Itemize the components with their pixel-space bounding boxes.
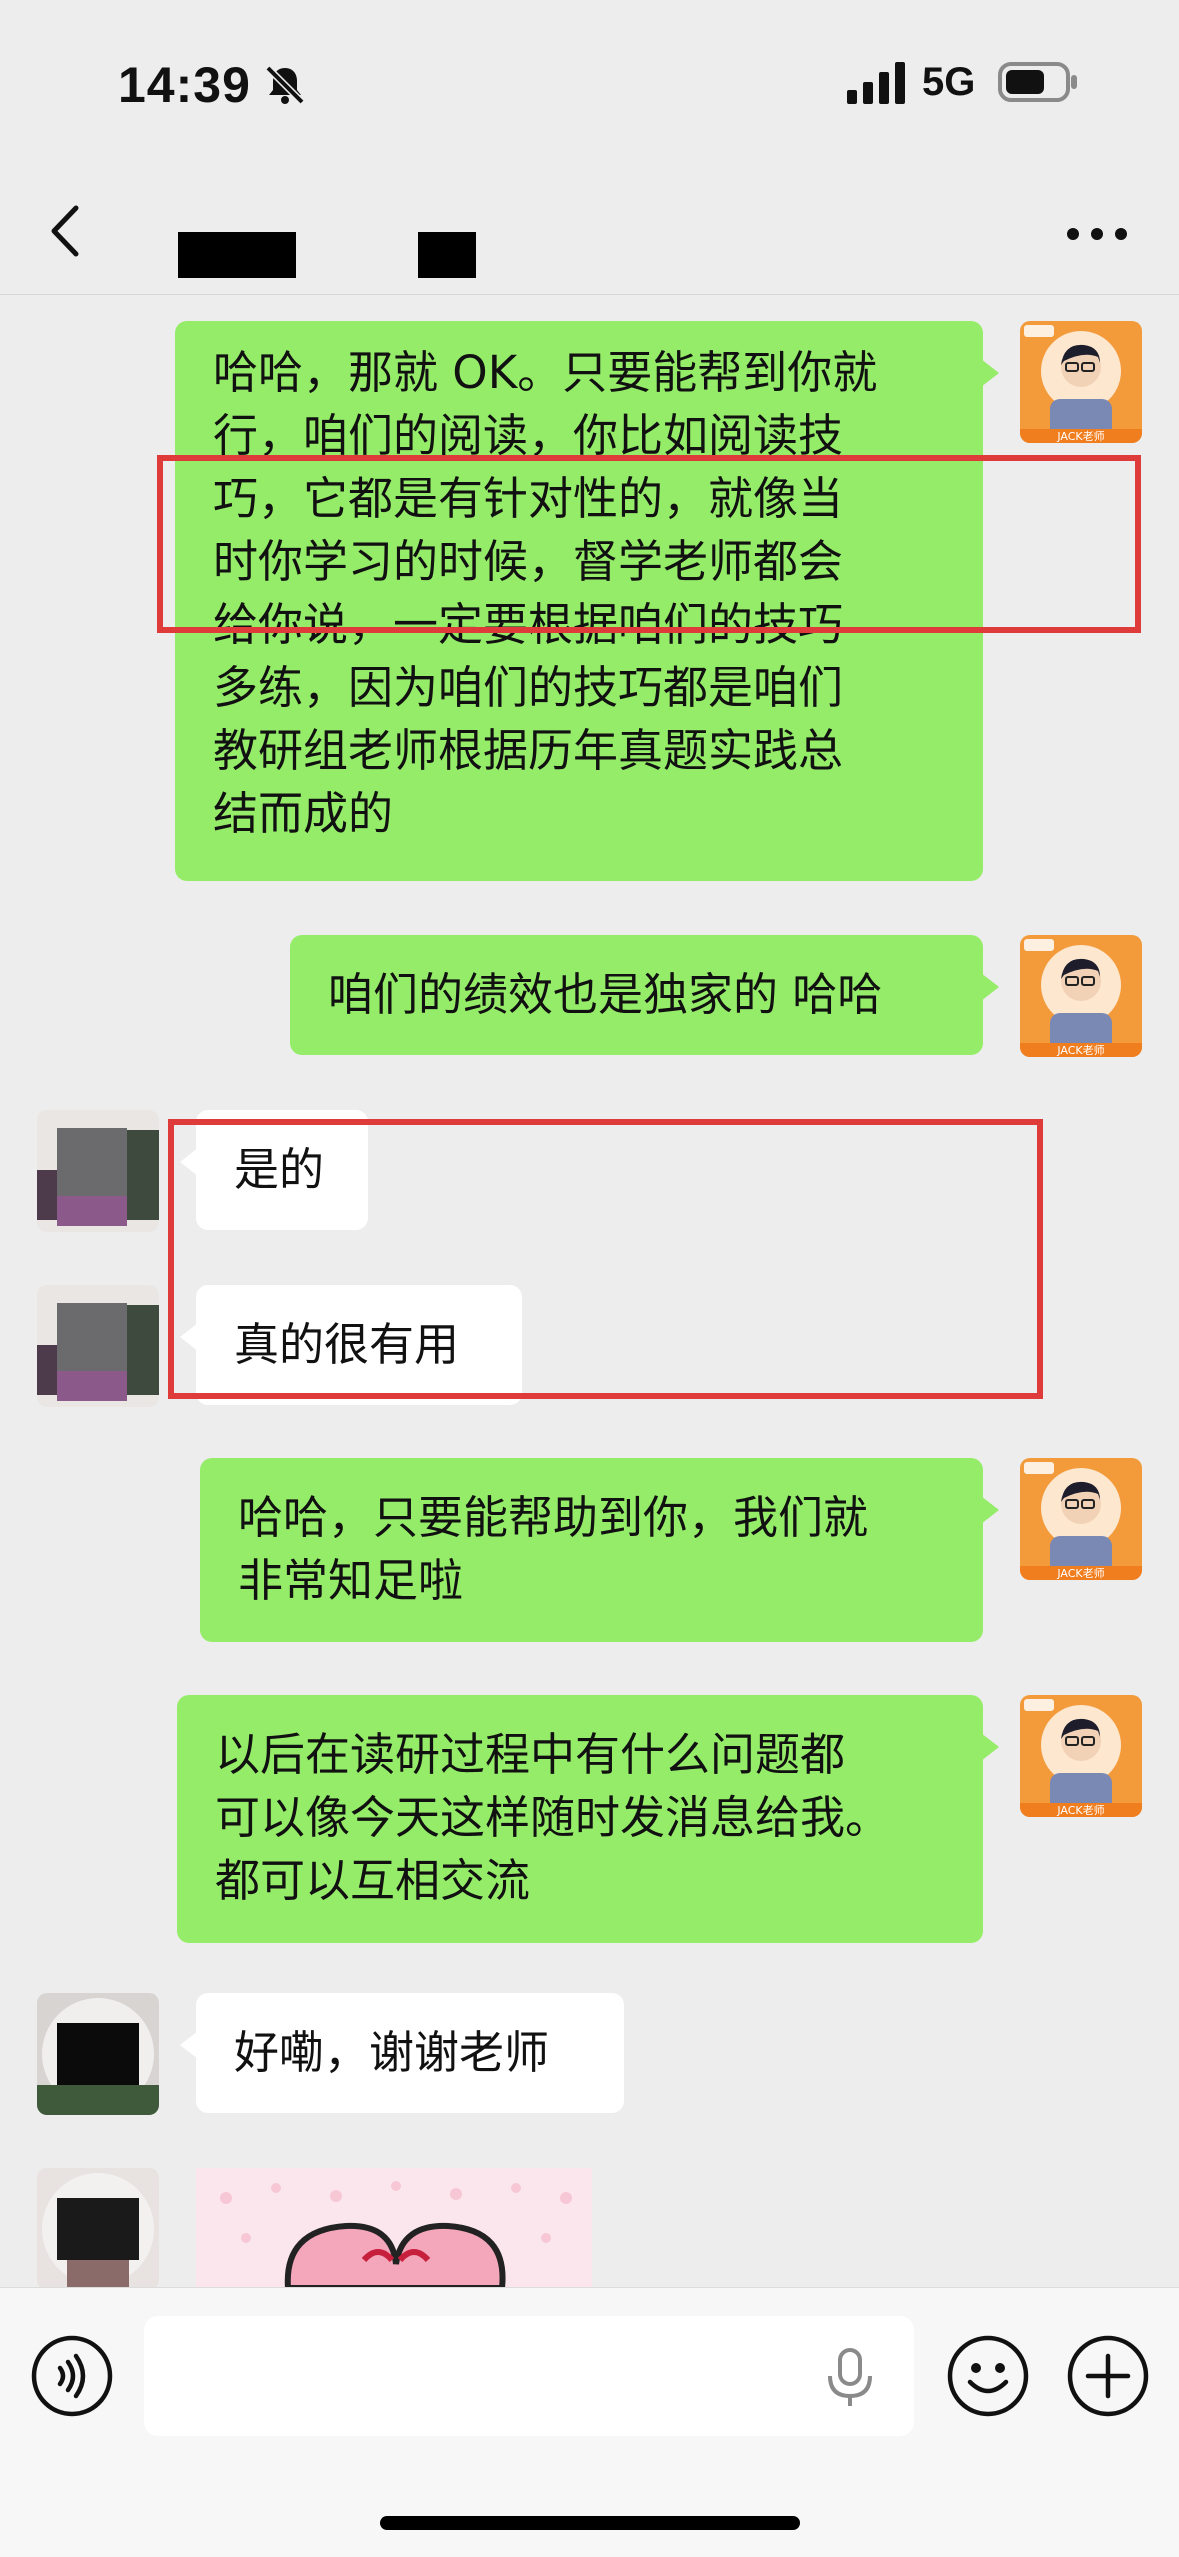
outgoing-message[interactable]: 咱们的绩效也是独家的 哈哈: [290, 935, 999, 1055]
avatar-badge-text: JACK老师: [1056, 1044, 1104, 1057]
status-bar: 14:39 5G: [0, 0, 1179, 170]
teacher-avatar[interactable]: JACK老师: [1020, 935, 1142, 1057]
outgoing-message[interactable]: 以后在读研过程中有什么问题都 可以像今天这样随时发消息给我。 都可以互相交流: [177, 1695, 999, 1943]
teacher-avatar[interactable]: JACK老师: [1020, 1458, 1142, 1580]
student-avatar[interactable]: [37, 2168, 159, 2287]
microphone-icon[interactable]: [822, 2346, 878, 2410]
more-options-icon[interactable]: [1064, 214, 1130, 254]
student-avatar[interactable]: [37, 1993, 159, 2115]
emoji-icon[interactable]: [946, 2334, 1030, 2418]
chat-header: [0, 170, 1179, 295]
red-highlight-box-1: [157, 455, 1141, 633]
cellular-signal-icon: [847, 62, 905, 104]
student-avatar[interactable]: [37, 1285, 159, 1407]
home-indicator: [380, 2516, 800, 2530]
avatar-badge-text: JACK老师: [1056, 1567, 1104, 1580]
back-chevron-icon[interactable]: [36, 196, 96, 266]
incoming-message[interactable]: 好嘞，谢谢老师: [180, 1993, 624, 2113]
redacted-contact-name: [178, 232, 296, 278]
voice-input-icon[interactable]: [30, 2334, 114, 2418]
heart-sticker-image[interactable]: [196, 2168, 592, 2287]
message-list[interactable]: 哈哈，那就 OK。只要能帮到你就 行，咱们的阅读，你比如阅读技 巧，它都是有针对…: [0, 295, 1179, 2287]
teacher-avatar[interactable]: JACK老师: [1020, 1695, 1142, 1817]
avatar-badge-text: JACK老师: [1056, 1804, 1104, 1817]
redacted-contact-name-part: [418, 232, 476, 278]
battery-icon: [998, 62, 1077, 102]
red-highlight-box-2: [168, 1119, 1043, 1399]
plus-icon[interactable]: [1066, 2334, 1150, 2418]
avatar-badge-text: JACK老师: [1056, 430, 1104, 443]
message-input-bar: [0, 2287, 1179, 2557]
bell-off-icon: [265, 65, 305, 105]
teacher-avatar[interactable]: JACK老师: [1020, 321, 1142, 443]
message-text-input[interactable]: [144, 2316, 914, 2436]
student-avatar[interactable]: [37, 1110, 159, 1232]
network-type: 5G: [922, 60, 976, 104]
outgoing-message[interactable]: 哈哈，只要能帮助到你，我们就 非常知足啦: [200, 1458, 999, 1642]
status-time: 14:39: [118, 57, 251, 113]
